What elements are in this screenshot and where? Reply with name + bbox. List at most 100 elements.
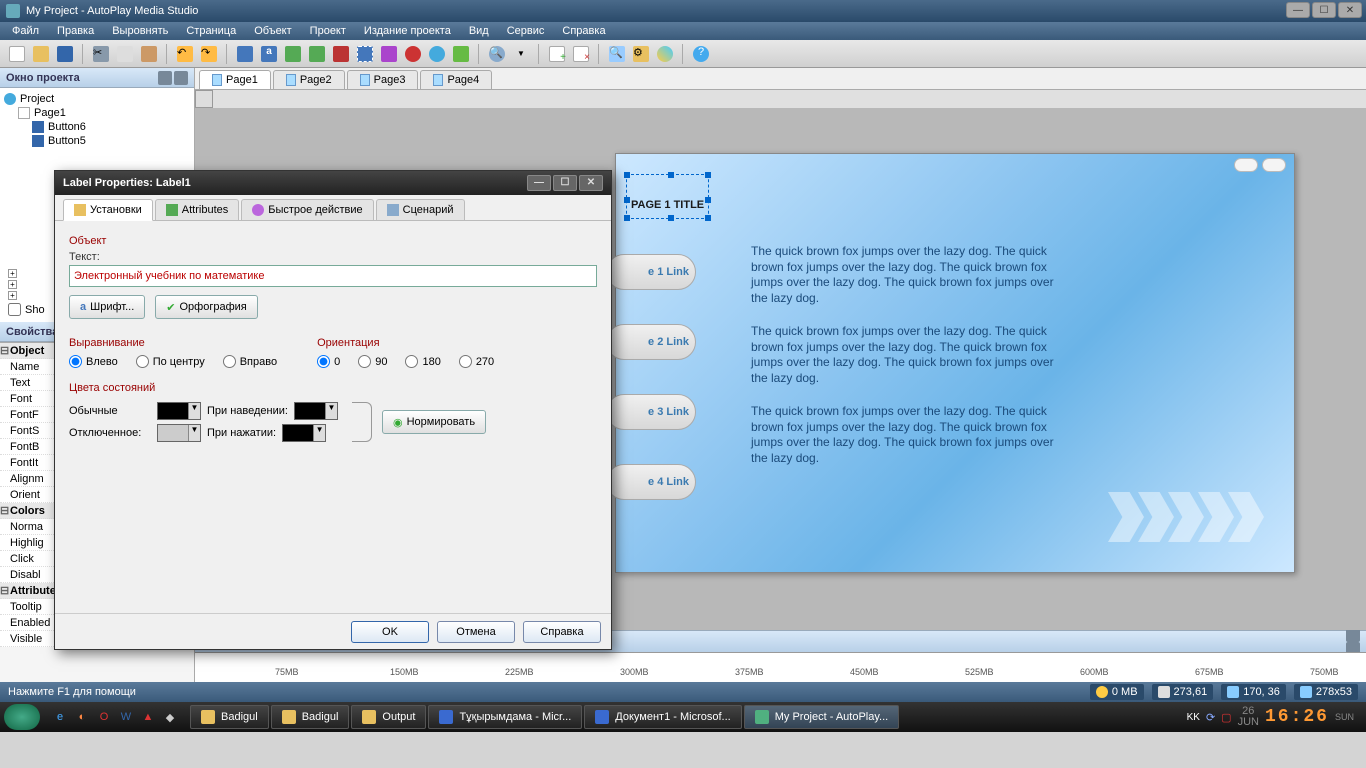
tree-item[interactable]: Button6	[4, 120, 190, 134]
normalize-button[interactable]: ◉Нормировать	[382, 410, 486, 434]
paste-button[interactable]	[138, 43, 160, 65]
panel-pin-icon[interactable]	[158, 71, 172, 85]
lang-indicator[interactable]: KK	[1187, 712, 1200, 723]
obj-block[interactable]	[402, 43, 424, 65]
ql-app-icon[interactable]: ◆	[160, 707, 180, 727]
spellcheck-button[interactable]: ✔Орфография	[155, 295, 257, 319]
menu-file[interactable]: Файл	[4, 23, 47, 39]
tab-quickaction[interactable]: Быстрое действие	[241, 199, 373, 220]
font-button[interactable]: aШрифт...	[69, 295, 145, 319]
lorem-paragraph[interactable]: The quick brown fox jumps over the lazy …	[751, 244, 1061, 306]
tab-script[interactable]: Сценарий	[376, 199, 465, 220]
show-checkbox[interactable]	[8, 303, 21, 316]
build-button[interactable]: ⚙	[630, 43, 652, 65]
expand-icon[interactable]: +	[8, 269, 17, 278]
ok-button[interactable]: OK	[351, 621, 429, 643]
color-hover-picker[interactable]: ▼	[294, 402, 338, 420]
tree-item[interactable]: Button5	[4, 134, 190, 148]
open-button[interactable]	[30, 43, 52, 65]
zoom-button[interactable]: 🔍	[486, 43, 508, 65]
obj-image[interactable]	[306, 43, 328, 65]
menu-edit[interactable]: Правка	[49, 23, 102, 39]
undo-button[interactable]: ↶	[174, 43, 196, 65]
lorem-paragraph[interactable]: The quick brown fox jumps over the lazy …	[751, 324, 1061, 386]
help-button[interactable]: Справка	[523, 621, 601, 643]
orient-0-radio[interactable]: 0	[317, 355, 340, 368]
align-center-radio[interactable]: По центру	[136, 355, 205, 368]
taskbar-item[interactable]: Badigul	[190, 705, 269, 729]
menu-object[interactable]: Объект	[246, 23, 299, 39]
page-tab[interactable]: Page3	[347, 70, 419, 89]
align-right-radio[interactable]: Вправо	[223, 355, 277, 368]
close-button[interactable]: ✕	[1338, 2, 1362, 18]
new-button[interactable]	[6, 43, 28, 65]
menu-align[interactable]: Выровнять	[104, 23, 176, 39]
align-left-radio[interactable]: Влево	[69, 355, 118, 368]
minimize-button[interactable]: —	[1286, 2, 1310, 18]
tab-settings[interactable]: Установки	[63, 199, 153, 221]
menu-publish[interactable]: Издание проекта	[356, 23, 459, 39]
color-normal-picker[interactable]: ▼	[157, 402, 201, 420]
ql-media-icon[interactable]: ◐	[72, 707, 92, 727]
obj-label[interactable]: a	[258, 43, 280, 65]
help-button[interactable]: ?	[690, 43, 712, 65]
menu-service[interactable]: Сервис	[499, 23, 553, 39]
preview-close-icon[interactable]	[1262, 158, 1286, 172]
page-title-label[interactable]: PAGE 1 TITLE	[626, 174, 709, 219]
start-button[interactable]	[4, 704, 40, 730]
tree-root[interactable]: Project	[4, 92, 190, 106]
orient-180-radio[interactable]: 180	[405, 355, 440, 368]
dialog-minimize-button[interactable]: —	[527, 175, 551, 191]
cd-button[interactable]	[654, 43, 676, 65]
link-button-4[interactable]: e 4 Link	[606, 464, 696, 500]
menu-help[interactable]: Справка	[554, 23, 613, 39]
tray-avira-icon[interactable]: ▢	[1221, 711, 1231, 724]
color-disabled-picker[interactable]: ▼	[157, 424, 201, 442]
menu-page[interactable]: Страница	[178, 23, 244, 39]
text-input[interactable]	[69, 265, 597, 287]
save-button[interactable]	[54, 43, 76, 65]
expand-icon[interactable]: +	[8, 291, 17, 300]
page-tab[interactable]: Page4	[420, 70, 492, 89]
expand-icon[interactable]: +	[8, 280, 17, 289]
obj-video[interactable]	[378, 43, 400, 65]
page-preview[interactable]: PAGE 1 TITLE e 1 Link e 2 Link e 3 Link …	[615, 153, 1295, 573]
preview-minimize-icon[interactable]	[1234, 158, 1258, 172]
color-pressed-picker[interactable]: ▼	[282, 424, 326, 442]
lorem-paragraph[interactable]: The quick brown fox jumps over the lazy …	[751, 404, 1061, 466]
page-tab[interactable]: Page2	[273, 70, 345, 89]
copy-button[interactable]	[114, 43, 136, 65]
ql-word-icon[interactable]: W	[116, 707, 136, 727]
taskbar-item[interactable]: My Project - AutoPlay...	[744, 705, 900, 729]
orient-90-radio[interactable]: 90	[358, 355, 387, 368]
dialog-close-button[interactable]: ✕	[579, 175, 603, 191]
link-button-2[interactable]: e 2 Link	[606, 324, 696, 360]
page-tab[interactable]: Page1	[199, 70, 271, 89]
cancel-button[interactable]: Отмена	[437, 621, 515, 643]
taskbar-item[interactable]: Badigul	[271, 705, 350, 729]
preview-button[interactable]: 🔍	[606, 43, 628, 65]
obj-paragraph[interactable]	[282, 43, 304, 65]
obj-web[interactable]	[426, 43, 448, 65]
tab-attributes[interactable]: Attributes	[155, 199, 239, 220]
obj-button-1[interactable]	[234, 43, 256, 65]
menu-project[interactable]: Проект	[302, 23, 354, 39]
ql-ie-icon[interactable]: e	[50, 707, 70, 727]
link-button-1[interactable]: e 1 Link	[606, 254, 696, 290]
link-button-3[interactable]: e 3 Link	[606, 394, 696, 430]
redo-button[interactable]: ↷	[198, 43, 220, 65]
cut-button[interactable]: ✂	[90, 43, 112, 65]
obj-hotspot[interactable]	[354, 43, 376, 65]
obj-flash[interactable]	[330, 43, 352, 65]
taskbar-item[interactable]: Тұқырымдама - Micr...	[428, 705, 582, 729]
taskbar-item[interactable]: Документ1 - Microsof...	[584, 705, 741, 729]
page-add[interactable]: +	[546, 43, 568, 65]
taskbar-item[interactable]: Output	[351, 705, 426, 729]
ql-opera-icon[interactable]: O	[94, 707, 114, 727]
orient-270-radio[interactable]: 270	[459, 355, 494, 368]
page-del[interactable]: ×	[570, 43, 592, 65]
dialog-titlebar[interactable]: Label Properties: Label1 — ☐ ✕	[55, 171, 611, 195]
ql-pdf-icon[interactable]: ▲	[138, 707, 158, 727]
tray-refresh-icon[interactable]: ⟳	[1206, 711, 1215, 724]
clock[interactable]: 16:26	[1265, 707, 1329, 727]
